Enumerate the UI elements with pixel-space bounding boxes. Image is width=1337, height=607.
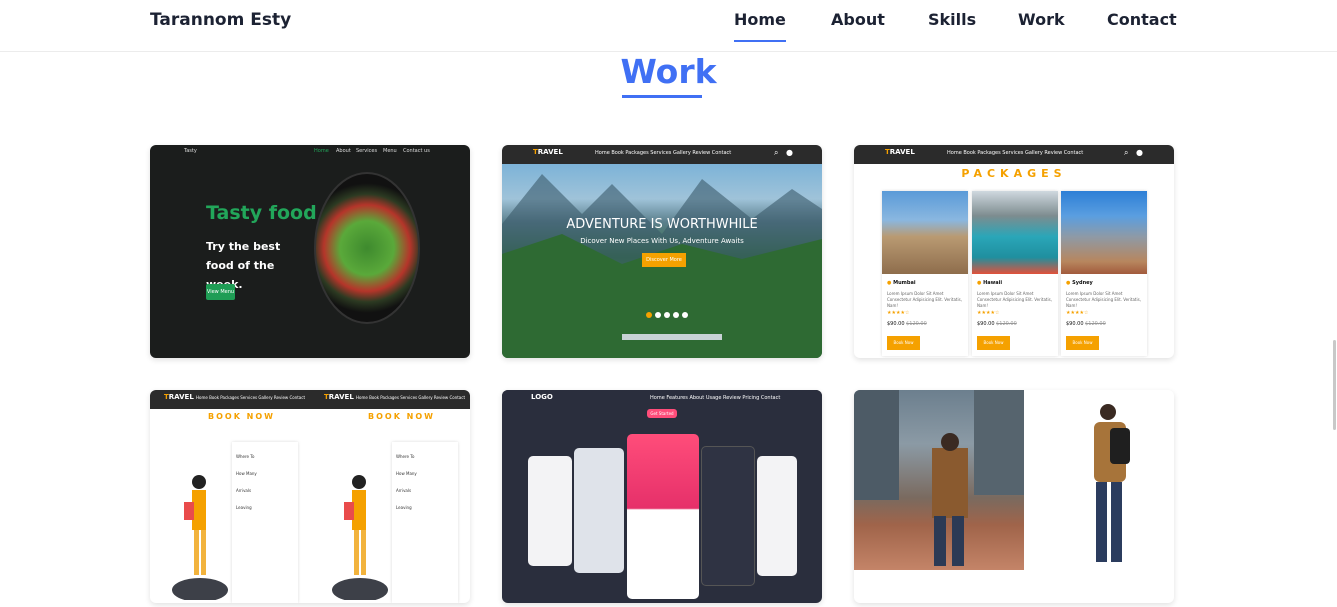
- mini-nav-logo: Tasty: [184, 148, 197, 154]
- site-header: Tarannom Esty Home About Skills Work Con…: [0, 0, 1337, 52]
- street-photo: [854, 390, 1024, 570]
- hawaii-image: [972, 191, 1058, 274]
- travel-headline: ADVENTURE IS WORTHWHILE: [566, 217, 758, 232]
- travel-nav: Home Book Packages Services Gallery Revi…: [947, 150, 1084, 156]
- phone-mockup: [701, 446, 755, 586]
- salad-plate-image: [314, 172, 420, 324]
- booking-preview: TRAVEL Home Book Packages Services Galle…: [150, 390, 310, 603]
- package-card: ● Mumbai Lorem Ipsum Dolor Sit Amet Cons…: [882, 191, 968, 356]
- package-stars: ★★★★☆: [977, 310, 1000, 316]
- book-now-button: Book Now: [1066, 336, 1099, 350]
- book-now-heading: BOOK NOW: [368, 412, 436, 421]
- project-card-booking[interactable]: TRAVEL Home Book Packages Services Galle…: [150, 390, 470, 603]
- hiker-illustration: [170, 450, 228, 602]
- package-desc: Lorem Ipsum Dolor Sit Amet Consectetur A…: [1066, 291, 1141, 308]
- package-price: $90.00 $120.00: [887, 321, 927, 327]
- tasty-title: Tasty food: [206, 202, 317, 224]
- travel-subheadline: Dicover New Places With Us, Adventure Aw…: [580, 237, 744, 245]
- package-stars: ★★★★☆: [887, 310, 910, 316]
- travel-logo: TRAVEL: [533, 148, 563, 156]
- discover-more-button: Discover More: [642, 253, 686, 267]
- package-stars: ★★★★☆: [1066, 310, 1089, 316]
- package-location: ● Sydney: [1066, 280, 1093, 286]
- carousel-dots: [646, 303, 691, 322]
- packages-heading: PACKAGES: [961, 167, 1067, 180]
- project-card-packages[interactable]: TRAVEL Home Book Packages Services Galle…: [854, 145, 1174, 358]
- project-card-tasty[interactable]: Tasty Home About Services Menu Contact u…: [150, 145, 470, 358]
- package-price: $90.00 $120.00: [1066, 321, 1106, 327]
- package-desc: Lorem Ipsum Dolor Sit Amet Consectetur A…: [887, 291, 962, 308]
- phone-mockup: [757, 456, 797, 576]
- phone-mockup-main: [627, 434, 699, 599]
- page-scrollbar[interactable]: [1333, 340, 1336, 430]
- book-now-button: Book Now: [887, 336, 920, 350]
- section-title: Work: [620, 52, 717, 91]
- booking-preview-calendar: TRAVEL Home Book Packages Services Galle…: [310, 390, 470, 603]
- mini-nav-item: Contact us: [403, 148, 430, 154]
- travel-topbar: TRAVEL Home Book Packages Services Galle…: [310, 390, 470, 409]
- phone-mockup: [528, 456, 572, 566]
- sydney-image: [1061, 191, 1147, 274]
- title-underline: [622, 95, 702, 98]
- nav-skills[interactable]: Skills: [928, 10, 976, 29]
- search-icon: ⌕: [1124, 148, 1129, 157]
- user-icon: ●: [786, 148, 793, 157]
- mini-nav-item: Menu: [383, 148, 397, 154]
- get-started-button: Get Started: [647, 409, 677, 418]
- photographer-cutout: [1080, 398, 1140, 568]
- travel-logo: TRAVEL: [885, 148, 915, 156]
- package-location: ● Hawaii: [977, 280, 1003, 286]
- booking-form: Where To How Many Arrivals Leaving: [232, 442, 298, 603]
- mini-nav: Tasty Home About Services Menu Contact u…: [150, 148, 470, 158]
- travel-nav: Home Book Packages Services Gallery Revi…: [196, 395, 306, 400]
- travel-nav: Home Book Packages Services Gallery Revi…: [356, 395, 466, 400]
- booking-form: Where To How Many Arrivals Leaving: [392, 442, 458, 603]
- view-menu-button: View Menu: [206, 284, 235, 300]
- package-location: ● Mumbai: [887, 280, 916, 286]
- project-card-photo[interactable]: [854, 390, 1174, 603]
- app-topbar: LOGO Home Features About Usage Review Pr…: [502, 390, 822, 409]
- hiker-illustration: [330, 450, 388, 602]
- package-price: $90.00 $120.00: [977, 321, 1017, 327]
- mini-nav-item: About: [336, 148, 351, 154]
- search-icon: ⌕: [774, 148, 779, 157]
- nav-home[interactable]: Home: [734, 10, 786, 42]
- app-logo: LOGO: [531, 393, 553, 401]
- mini-nav-item: Home: [314, 148, 329, 154]
- book-now-button: Book Now: [977, 336, 1010, 350]
- phone-mockup: [574, 448, 624, 573]
- package-card: ● Sydney Lorem Ipsum Dolor Sit Amet Cons…: [1061, 191, 1147, 356]
- nav-work[interactable]: Work: [1018, 10, 1065, 29]
- book-now-heading: BOOK NOW: [208, 412, 276, 421]
- app-nav: Home Features About Usage Review Pricing…: [650, 395, 781, 401]
- travel-nav: Home Book Packages Services Gallery Revi…: [595, 150, 732, 156]
- mumbai-image: [882, 191, 968, 274]
- main-nav: Home About Skills Work Contact: [0, 10, 1337, 50]
- user-icon: ●: [1136, 148, 1143, 157]
- package-desc: Lorem Ipsum Dolor Sit Amet Consectetur A…: [977, 291, 1052, 308]
- travel-logo: TRAVEL: [164, 393, 194, 401]
- travel-logo: TRAVEL: [324, 393, 354, 401]
- mini-nav-item: Services: [356, 148, 378, 154]
- travel-topbar: TRAVEL Home Book Packages Services Galle…: [854, 145, 1174, 164]
- package-card: ● Hawaii Lorem Ipsum Dolor Sit Amet Cons…: [972, 191, 1058, 356]
- travel-topbar: TRAVEL Home Book Packages Services Galle…: [502, 145, 822, 164]
- project-card-app[interactable]: LOGO Home Features About Usage Review Pr…: [502, 390, 822, 603]
- travel-topbar: TRAVEL Home Book Packages Services Galle…: [150, 390, 310, 409]
- project-card-travel[interactable]: TRAVEL Home Book Packages Services Galle…: [502, 145, 822, 358]
- nav-about[interactable]: About: [831, 10, 885, 29]
- nav-contact[interactable]: Contact: [1107, 10, 1177, 29]
